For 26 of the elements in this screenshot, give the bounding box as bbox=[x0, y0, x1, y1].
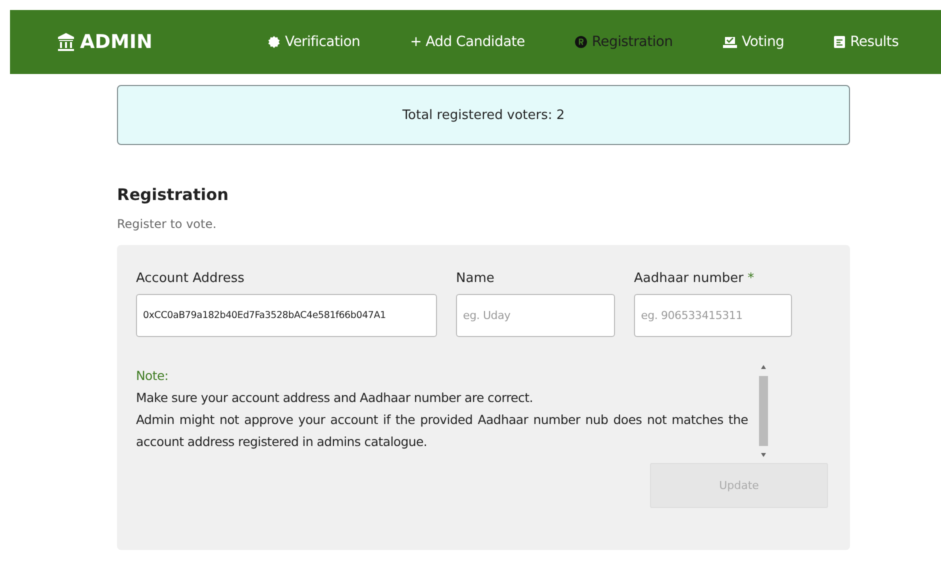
note-text: Admin might not approve your account if the provided Aadhaar number nub does not matches the account address registered in admins catalogue. bbox=[136, 411, 748, 451]
nav-link[interactable]: Results bbox=[834, 34, 899, 50]
building-icon bbox=[58, 33, 74, 51]
nav-link[interactable]: Voting bbox=[722, 34, 784, 50]
section-title: Registration bbox=[117, 185, 230, 204]
document-icon bbox=[834, 36, 846, 48]
badge-icon bbox=[268, 36, 280, 48]
field-label: Aadhaar number * bbox=[634, 271, 756, 286]
brand-title: ADMIN bbox=[80, 31, 152, 53]
voter-count-banner: Total registered voters: 2 bbox=[117, 85, 850, 145]
nav-link[interactable]: Verification bbox=[268, 34, 360, 50]
note-text: Make sure your account address and Aadhaar number are correct. bbox=[136, 389, 534, 407]
field-label: Name bbox=[456, 271, 496, 286]
ballot-icon bbox=[722, 36, 737, 48]
input-field[interactable]: 0xCC0aB79a182b40Ed7Fa3528bAC4e581f66b047A1 bbox=[136, 294, 437, 337]
nav-link[interactable]: Registration bbox=[574, 34, 673, 50]
scroll-down-icon[interactable] bbox=[760, 453, 766, 457]
registered-icon bbox=[574, 36, 587, 48]
scroll-up-icon[interactable] bbox=[760, 365, 766, 369]
field-label: Account Address bbox=[136, 271, 246, 286]
note-title: Note: bbox=[136, 367, 170, 385]
scrollbar[interactable] bbox=[758, 365, 768, 457]
input-field[interactable]: eg. 906533415311 bbox=[634, 294, 792, 337]
section-subtitle: Register to vote. bbox=[117, 217, 218, 231]
nav-link[interactable]: + Add Candidate bbox=[410, 34, 525, 50]
input-field[interactable]: eg. Uday bbox=[456, 294, 615, 337]
